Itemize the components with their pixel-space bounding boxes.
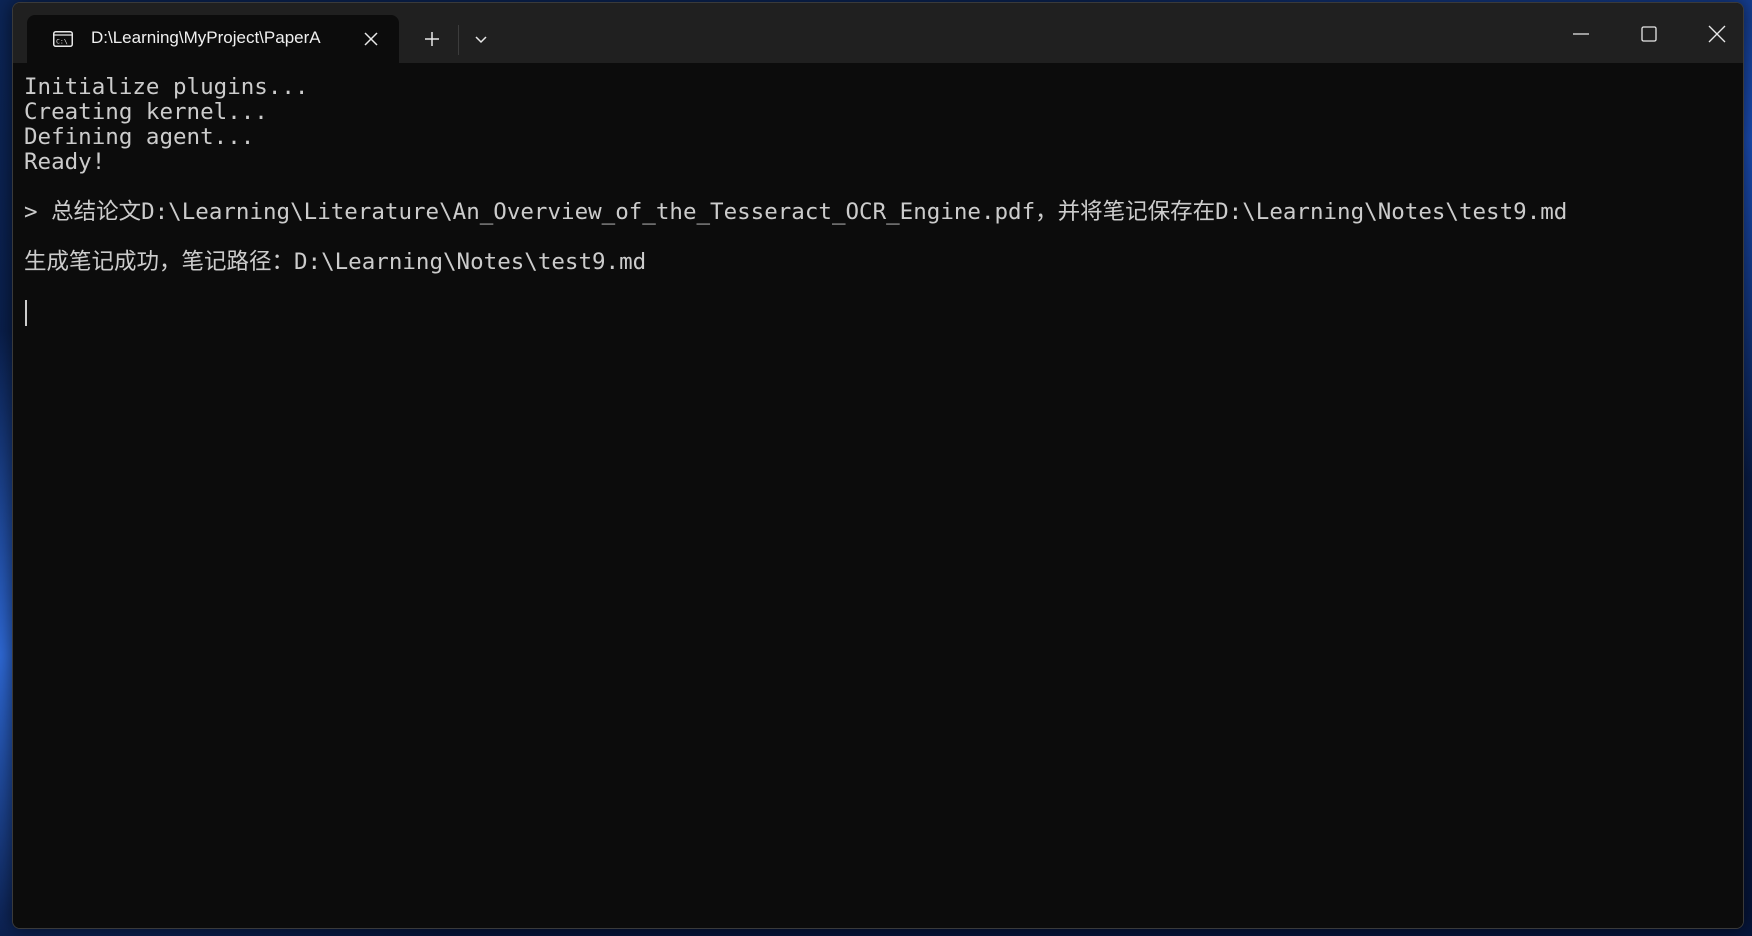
minimize-button[interactable] — [1547, 3, 1615, 63]
chevron-down-icon — [475, 36, 487, 44]
tab-dropdown-button[interactable] — [461, 21, 501, 57]
terminal-line: Initialize plugins... — [24, 74, 309, 100]
terminal-icon: C:\ — [53, 31, 73, 47]
close-icon — [1708, 25, 1726, 43]
maximize-button[interactable] — [1615, 3, 1683, 63]
new-tab-button[interactable] — [411, 21, 453, 57]
maximize-icon — [1641, 26, 1657, 42]
terminal-output[interactable]: Initialize plugins... Creating kernel...… — [13, 63, 1743, 928]
terminal-command-line: > 总结论文D:\Learning\Literature\An_Overview… — [24, 199, 1568, 225]
tab-active[interactable]: C:\ D:\Learning\MyProject\PaperA — [27, 15, 399, 63]
tab-divider — [458, 25, 459, 55]
minimize-icon — [1573, 33, 1589, 35]
svg-text:C:\: C:\ — [56, 38, 68, 46]
title-bar[interactable]: C:\ D:\Learning\MyProject\PaperA — [13, 3, 1743, 63]
tab-title: D:\Learning\MyProject\PaperA — [91, 28, 321, 47]
terminal-window: C:\ D:\Learning\MyProject\PaperA Initial… — [12, 2, 1744, 929]
terminal-line: Ready! — [24, 149, 106, 175]
terminal-line: Creating kernel... — [24, 99, 268, 125]
terminal-line: Defining agent... — [24, 124, 255, 150]
close-window-button[interactable] — [1683, 3, 1743, 63]
text-cursor — [25, 300, 27, 326]
close-tab-icon[interactable] — [361, 29, 381, 49]
terminal-result-line: 生成笔记成功，笔记路径：D:\Learning\Notes\test9.md — [24, 249, 647, 275]
plus-icon — [425, 32, 439, 46]
